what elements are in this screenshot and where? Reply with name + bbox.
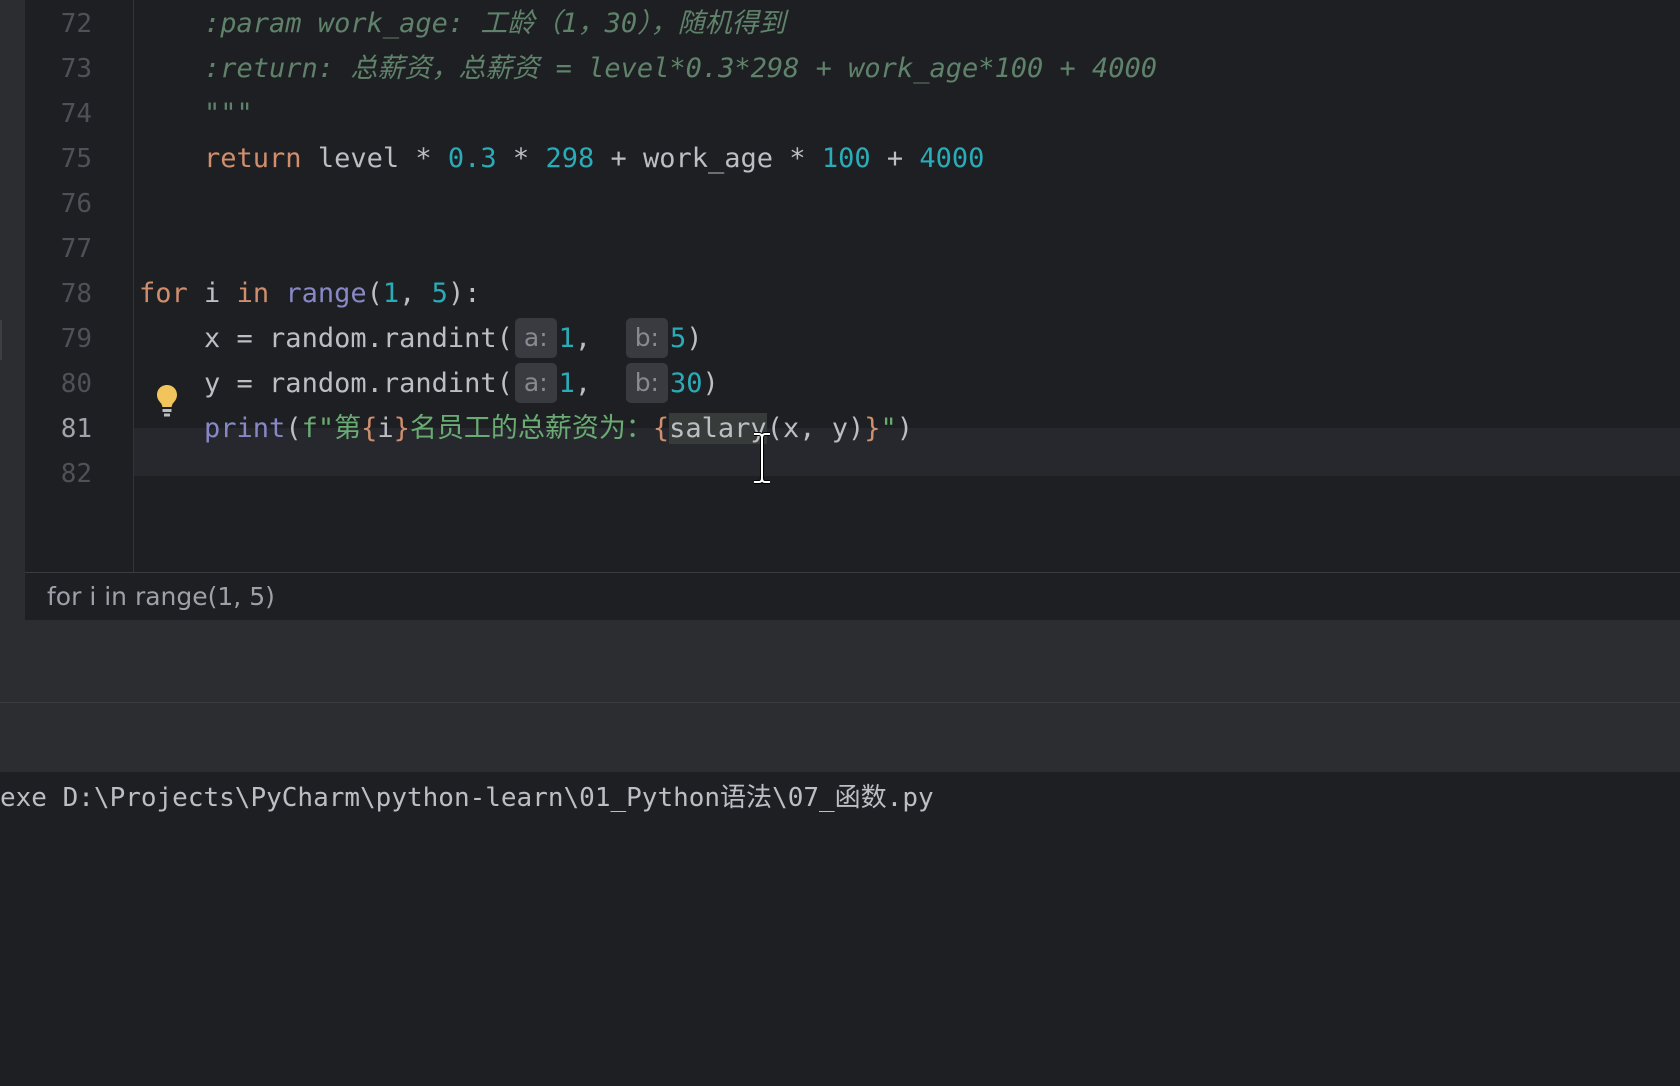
code-text: x = random.randint( xyxy=(204,323,513,354)
line-number: 76 xyxy=(60,189,92,219)
console-output-line: exe D:\Projects\PyCharm\python-learn\01_… xyxy=(0,783,934,813)
code-text: , xyxy=(574,368,624,399)
line-number: 72 xyxy=(60,9,92,39)
fstring-prefix: f"第 xyxy=(301,413,362,444)
line-number: 77 xyxy=(60,234,92,264)
call-arguments: (x, y) xyxy=(766,413,865,444)
number-literal: 1 xyxy=(382,278,400,309)
docstring-end: """ xyxy=(139,98,253,129)
code-area[interactable]: :param work_age: 工龄（1，30），随机得到 :return: … xyxy=(134,0,1680,572)
number-literal: 1 xyxy=(558,323,575,354)
run-console[interactable]: exe D:\Projects\PyCharm\python-learn\01_… xyxy=(0,772,1680,1086)
number-literal: 100 xyxy=(821,143,871,174)
stripe-marker xyxy=(0,320,2,360)
builtin-print: print xyxy=(204,413,286,444)
parameter-hint-a[interactable]: a: xyxy=(514,318,557,358)
code-text: ): xyxy=(447,278,481,309)
parameter-hint-b[interactable]: b: xyxy=(625,318,668,358)
run-tool-window-toolbar xyxy=(0,703,1680,773)
code-text: , xyxy=(399,278,432,309)
breadcrumb-item[interactable]: for i in range(1, 5) xyxy=(47,573,275,620)
keyword-for: for xyxy=(139,278,188,309)
code-text: i xyxy=(187,278,237,309)
line-number: 78 xyxy=(60,279,92,309)
code-text: + xyxy=(870,143,920,174)
code-editor[interactable]: 72 73 74 75 76 77 78 79 80 81 82 :param … xyxy=(0,0,1680,620)
number-literal: 4000 xyxy=(919,143,985,174)
breadcrumb[interactable]: for i in range(1, 5) xyxy=(25,573,1680,620)
code-line-73: :return: 总薪资，总薪资 = level*0.3*298 + work_… xyxy=(134,45,1680,93)
code-text: , xyxy=(574,323,624,354)
line-number: 74 xyxy=(60,99,92,129)
code-line-80: y = random.randint(a: 1, b: 30) xyxy=(134,360,1680,408)
number-literal: 298 xyxy=(545,143,595,174)
keyword-return: return xyxy=(204,143,302,174)
code-text: * xyxy=(496,143,546,174)
code-text: ) xyxy=(702,368,719,399)
line-number: 80 xyxy=(60,369,92,399)
code-text: level * xyxy=(301,143,448,174)
number-literal: 5 xyxy=(431,278,448,309)
line-number: 73 xyxy=(60,54,92,84)
fstring-variable: i xyxy=(377,413,394,444)
number-literal: 30 xyxy=(669,368,703,399)
line-number-gutter[interactable]: 72 73 74 75 76 77 78 79 80 81 82 xyxy=(25,0,134,572)
code-text: ( xyxy=(285,413,302,444)
code-text: ) xyxy=(896,413,914,444)
fstring-brace: } xyxy=(393,413,410,444)
line-number: 79 xyxy=(60,324,92,354)
docstring-param: :param work_age: 工龄（1，30），随机得到 xyxy=(139,8,786,39)
fstring-quote: " xyxy=(880,413,897,444)
line-number: 75 xyxy=(60,144,92,174)
tool-window-stripe xyxy=(0,0,25,620)
number-literal: 5 xyxy=(669,323,687,354)
code-line-78: for i in range(1, 5): xyxy=(134,270,1680,318)
builtin-range: range xyxy=(285,278,367,309)
fstring-brace: { xyxy=(361,413,378,444)
code-line-72: :param work_age: 工龄（1，30），随机得到 xyxy=(134,0,1680,48)
docstring-return: :return: 总薪资，总薪资 = level*0.3*298 + work_… xyxy=(139,53,1158,84)
number-literal: 1 xyxy=(558,368,575,399)
code-line-75: return level * 0.3 * 298 + work_age * 10… xyxy=(134,135,1680,183)
line-number-current: 81 xyxy=(60,414,92,444)
parameter-hint-a[interactable]: a: xyxy=(514,363,557,403)
code-text: y = random.randint( xyxy=(204,368,513,399)
code-text: + work_age * xyxy=(594,143,822,174)
line-number: 82 xyxy=(60,459,92,489)
text-cursor-icon xyxy=(754,432,770,484)
code-text: ( xyxy=(366,278,383,309)
run-tool-window-header xyxy=(0,620,1680,703)
number-literal: 0.3 xyxy=(447,143,497,174)
code-line-81: print(f"第{i}名员工的总薪资为：{salary(x, y)}") xyxy=(134,405,1680,453)
fstring-brace: } xyxy=(864,413,881,444)
code-line-79: x = random.randint(a: 1, b: 5) xyxy=(134,315,1680,363)
code-text: ) xyxy=(686,323,703,354)
fstring-brace: { xyxy=(652,413,670,444)
keyword-in: in xyxy=(236,278,270,309)
fstring-text: 名员工的总薪资为： xyxy=(409,413,653,444)
parameter-hint-b[interactable]: b: xyxy=(625,363,668,403)
code-line-74: """ xyxy=(134,90,1680,138)
